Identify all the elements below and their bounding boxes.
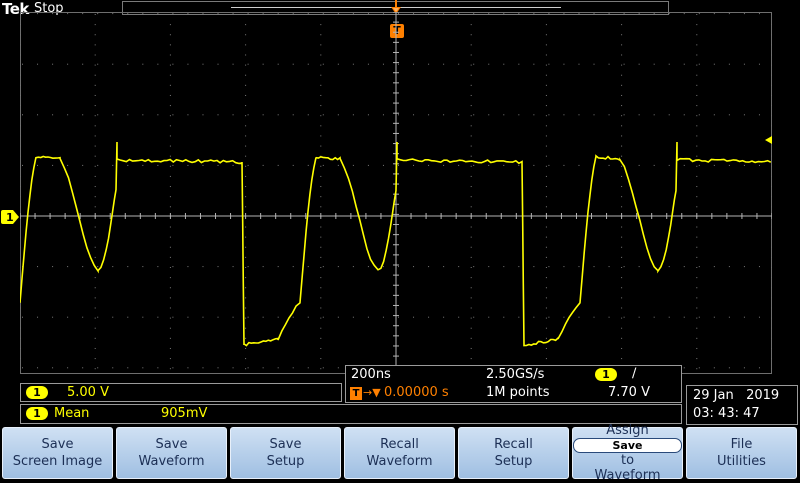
trigger-slope-icon: ∕ <box>632 366 636 381</box>
file-utilities-button[interactable]: File Utilities <box>686 427 797 479</box>
softkey-label: Waveform <box>117 453 226 470</box>
datetime-panel: 29 Jan 2019 03: 43: 47 <box>686 385 798 425</box>
softkey-label: Save <box>117 436 226 453</box>
softkey-label: to <box>573 453 682 468</box>
softkey-label: Recall <box>459 436 568 453</box>
softkey-label: Utilities <box>687 453 796 470</box>
softkey-label: Save <box>231 436 340 453</box>
sample-rate: 2.50GS/s <box>486 367 544 382</box>
time-per-div: 200ns <box>351 367 391 382</box>
softkey-label: Screen Image <box>3 453 112 470</box>
softkey-label: Waveform <box>345 453 454 470</box>
trigger-source-badge: 1 <box>595 368 617 381</box>
trigger-delay-arrow-icon: →▼ <box>363 386 381 399</box>
recall-setup-button[interactable]: Recall Setup <box>458 427 569 479</box>
softkey-bar: Save Screen Image Save Waveform Save Set… <box>0 426 800 480</box>
measurement-channel-badge: 1 <box>26 407 48 420</box>
measurement-panel[interactable]: 1 Mean 905mV <box>20 404 682 424</box>
softkey-label: Waveform <box>573 468 682 483</box>
trigger-level-icon <box>765 136 772 144</box>
assign-save-button[interactable]: Assign Save to Waveform <box>572 427 683 479</box>
record-length: 1M points <box>486 385 550 400</box>
channel1-scale: 5.00 V <box>67 385 109 400</box>
trigger-delay-badge: T <box>350 387 362 400</box>
date-display: 29 Jan 2019 <box>693 388 779 403</box>
horizontal-trigger-panel[interactable]: 200ns 2.50GS/s 1 ∕ T →▼ 0.00000 s 1M poi… <box>345 365 682 403</box>
recall-waveform-button[interactable]: Recall Waveform <box>344 427 455 479</box>
softkey-label: File <box>687 436 796 453</box>
softkey-label: Recall <box>345 436 454 453</box>
channel1-waveform <box>20 142 771 346</box>
waveform-display[interactable] <box>20 12 772 374</box>
channel1-marker-label: 1 <box>6 211 14 224</box>
softkey-label: Setup <box>459 453 568 470</box>
softkey-label: Save <box>3 436 112 453</box>
save-key-chip: Save <box>573 438 682 453</box>
channel1-scale-panel[interactable]: 1 5.00 V <box>20 383 342 402</box>
time-display: 03: 43: 47 <box>693 406 760 421</box>
measurement-type: Mean <box>54 406 89 421</box>
softkey-label: Assign <box>573 423 682 438</box>
measurement-value: 905mV <box>161 406 207 421</box>
save-screen-image-button[interactable]: Save Screen Image <box>2 427 113 479</box>
channel1-ground-marker[interactable]: 1 <box>0 210 20 224</box>
save-waveform-button[interactable]: Save Waveform <box>116 427 227 479</box>
softkey-label: Setup <box>231 453 340 470</box>
channel1-scale-badge: 1 <box>26 386 48 399</box>
trigger-delay: 0.00000 s <box>384 385 449 400</box>
trigger-level: 7.70 V <box>608 385 650 400</box>
save-setup-button[interactable]: Save Setup <box>230 427 341 479</box>
